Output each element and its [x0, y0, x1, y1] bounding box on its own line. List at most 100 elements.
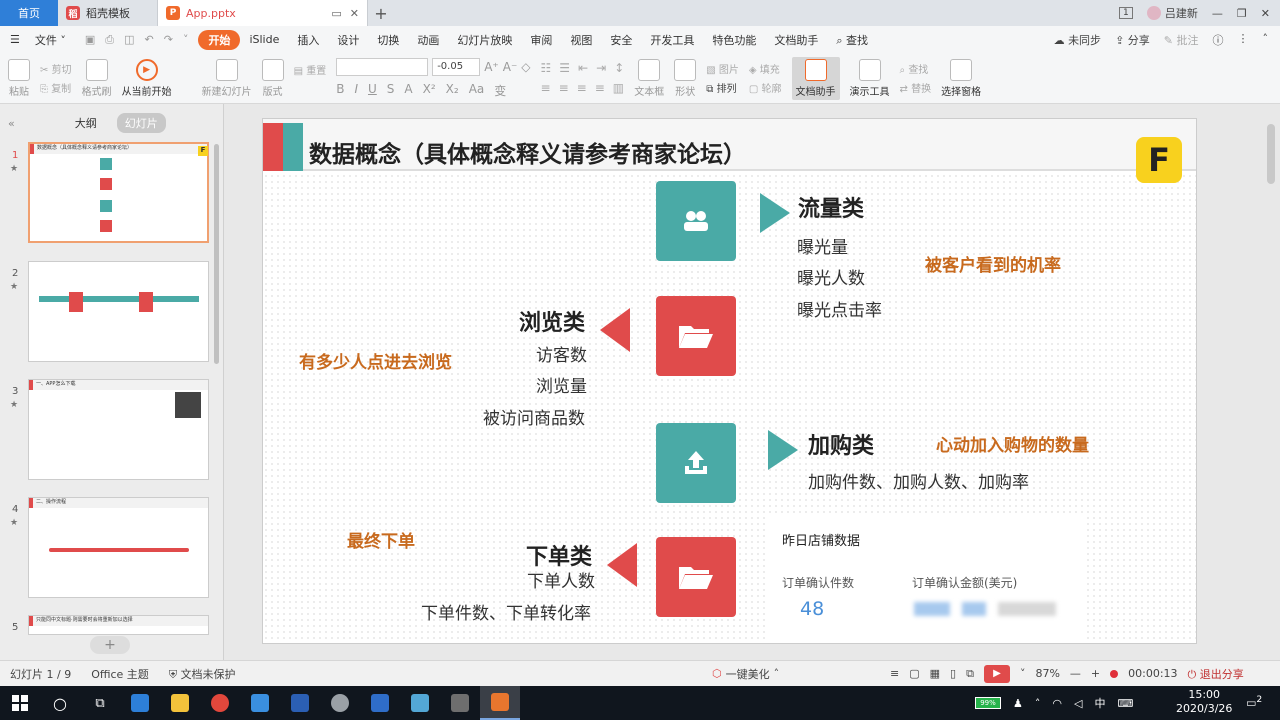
preview-icon[interactable]: ◫	[124, 33, 134, 47]
menu-doc-assistant[interactable]: 文档助手	[765, 32, 827, 48]
bullet-list-icon[interactable]: ☷	[541, 61, 552, 75]
slide[interactable]: 数据概念（具体概念释义请参考商家论坛） F 流量类 曝光量 曝光人数 曝光点击率…	[262, 118, 1197, 644]
subscript-icon[interactable]: X₂	[446, 82, 459, 99]
zoom-out-icon[interactable]: —	[1070, 667, 1081, 680]
popout-icon[interactable]: ▭	[331, 7, 341, 20]
taskbar-word[interactable]	[280, 686, 320, 720]
help-icon[interactable]: ⓘ	[1213, 32, 1224, 48]
paste-button[interactable]: 粘贴	[8, 58, 30, 98]
tab-slides[interactable]: 幻灯片	[116, 113, 166, 133]
shrink-font-icon[interactable]: A⁻	[503, 60, 518, 74]
beautify-button[interactable]: ⬡ 一键美化 ˄	[712, 666, 779, 682]
decrease-indent-icon[interactable]: ⇤	[578, 61, 588, 75]
slide-thumbnail-5[interactable]: 只能同中文标题·则需要时会将重新加以选择	[28, 615, 209, 635]
thumbnail-scrollbar[interactable]	[214, 144, 219, 364]
taskbar-app2[interactable]	[320, 686, 360, 720]
tab-template[interactable]: 稻 稻壳模板	[58, 0, 158, 26]
justify-icon[interactable]: ≡	[595, 81, 605, 95]
tab-outline[interactable]: 大纲	[75, 115, 97, 131]
menu-islide[interactable]: iSlide	[240, 33, 288, 46]
case-icon[interactable]: Aa	[469, 82, 485, 99]
zoom-level[interactable]: 87%	[1035, 667, 1059, 680]
canvas-scrollbar[interactable]	[1267, 124, 1275, 184]
sync-button[interactable]: ☁ 未同步	[1054, 32, 1102, 48]
taskbar-app4[interactable]	[400, 686, 440, 720]
char-spacing-icon[interactable]: 变	[494, 82, 506, 99]
slide-thumbnail-3[interactable]: 一、APP怎么下载	[28, 379, 209, 480]
undo-icon[interactable]: ↶	[145, 33, 154, 47]
save-icon[interactable]: ▣	[85, 33, 95, 47]
reset-button[interactable]: ▤ 重置	[294, 62, 327, 77]
play-from-current-button[interactable]: ▶ 从当前开始	[122, 58, 172, 98]
textbox-button[interactable]: 文本框	[634, 58, 664, 98]
shape-button[interactable]: 形状	[674, 58, 697, 98]
superscript-icon[interactable]: X²	[423, 82, 436, 99]
find-button[interactable]: ⌕ 查找	[900, 61, 932, 76]
exit-share-button[interactable]: ⏻ 退出分享	[1188, 666, 1244, 682]
align-center-icon[interactable]: ≡	[559, 81, 569, 95]
ime-indicator[interactable]: 中	[1094, 695, 1105, 711]
outline-button[interactable]: ▢ 轮廓	[749, 80, 782, 95]
menu-file[interactable]: 文件 ˅	[26, 32, 75, 48]
notification-button[interactable]: ▭2	[1246, 694, 1262, 710]
close-tab-icon[interactable]: ✕	[350, 7, 359, 20]
grow-font-icon[interactable]: A⁺	[484, 60, 499, 74]
picture-button[interactable]: ▧ 图片	[706, 61, 739, 76]
replace-button[interactable]: ⇄ 替换	[900, 80, 932, 95]
menu-search[interactable]: ⌕ 查找	[827, 32, 877, 48]
number-list-icon[interactable]: ☰	[559, 61, 570, 75]
cut-button[interactable]: ✂ 剪切	[40, 61, 72, 76]
more-options-icon[interactable]: ⋮	[1238, 32, 1249, 48]
underline-icon[interactable]: U	[368, 82, 377, 99]
taskbar-clock[interactable]: 15:00 2020/3/26	[1176, 688, 1232, 716]
reading-view-icon[interactable]: ▯	[950, 667, 956, 680]
caret-up-icon[interactable]: ˄	[1035, 697, 1041, 710]
arrange-button[interactable]: ⧉ 排列	[706, 80, 739, 95]
split-view-icon[interactable]: ⧉	[966, 667, 974, 681]
window-count-badge[interactable]: 1	[1118, 7, 1133, 19]
menu-security[interactable]: 安全	[601, 32, 641, 48]
cortana-button[interactable]: ○	[40, 686, 80, 720]
start-button[interactable]	[0, 686, 40, 720]
user-account[interactable]: 吕建新	[1146, 5, 1198, 21]
menu-developer[interactable]: 开发工具	[641, 32, 703, 48]
dropdown-icon[interactable]: ˅	[1020, 667, 1026, 680]
taskbar-edge[interactable]	[120, 686, 160, 720]
menu-view[interactable]: 视图	[561, 32, 601, 48]
wifi-icon[interactable]: ◠	[1052, 697, 1062, 710]
fill-button[interactable]: ◈ 填充	[749, 61, 782, 76]
slide-thumbnail-2[interactable]	[28, 261, 209, 362]
restore-icon[interactable]: ❐	[1237, 7, 1247, 20]
close-window-icon[interactable]: ✕	[1261, 7, 1270, 20]
notes-icon[interactable]: ≡	[890, 667, 899, 680]
taskbar-wps-presentation[interactable]	[480, 686, 520, 720]
menu-slideshow[interactable]: 幻灯片放映	[448, 32, 521, 48]
slide-thumbnail-1[interactable]: 数据概念（具体概念释义请参考商家论坛） F	[28, 142, 209, 243]
volume-icon[interactable]: ◁	[1074, 697, 1082, 710]
presentation-tools-button[interactable]: 演示工具	[850, 58, 890, 98]
slide-title[interactable]: 数据概念（具体概念释义请参考商家论坛）	[309, 135, 746, 169]
layout-button[interactable]: 版式	[261, 58, 284, 98]
task-view-button[interactable]: ⧉	[80, 686, 120, 720]
protect-status[interactable]: ⛨ 文档未保护	[169, 666, 236, 682]
ime-mode-icon[interactable]: ⌨	[1117, 697, 1133, 710]
zoom-in-icon[interactable]: +	[1091, 667, 1100, 680]
more-icon[interactable]: ˅	[183, 33, 189, 47]
doc-assistant-button[interactable]: 文档助手	[791, 56, 840, 100]
sorter-view-icon[interactable]: ▦	[930, 667, 940, 680]
add-slide-button[interactable]: +	[90, 636, 130, 654]
menu-review[interactable]: 审阅	[521, 32, 561, 48]
taskbar-app1[interactable]	[240, 686, 280, 720]
redo-icon[interactable]: ↷	[164, 33, 173, 47]
align-right-icon[interactable]: ≡	[577, 81, 587, 95]
collapse-ribbon-icon[interactable]: ˄	[1263, 32, 1269, 48]
line-spacing-icon[interactable]: ↕	[614, 61, 624, 75]
tab-home[interactable]: 首页	[0, 0, 58, 26]
bold-icon[interactable]: B	[336, 82, 344, 99]
strike-icon[interactable]: S	[387, 82, 395, 99]
new-tab-button[interactable]: +	[368, 0, 394, 26]
font-name-select[interactable]	[336, 57, 429, 76]
taskbar-chrome[interactable]	[200, 686, 240, 720]
menu-animation[interactable]: 动画	[408, 32, 448, 48]
share-button[interactable]: ⇪ 分享	[1115, 32, 1150, 48]
